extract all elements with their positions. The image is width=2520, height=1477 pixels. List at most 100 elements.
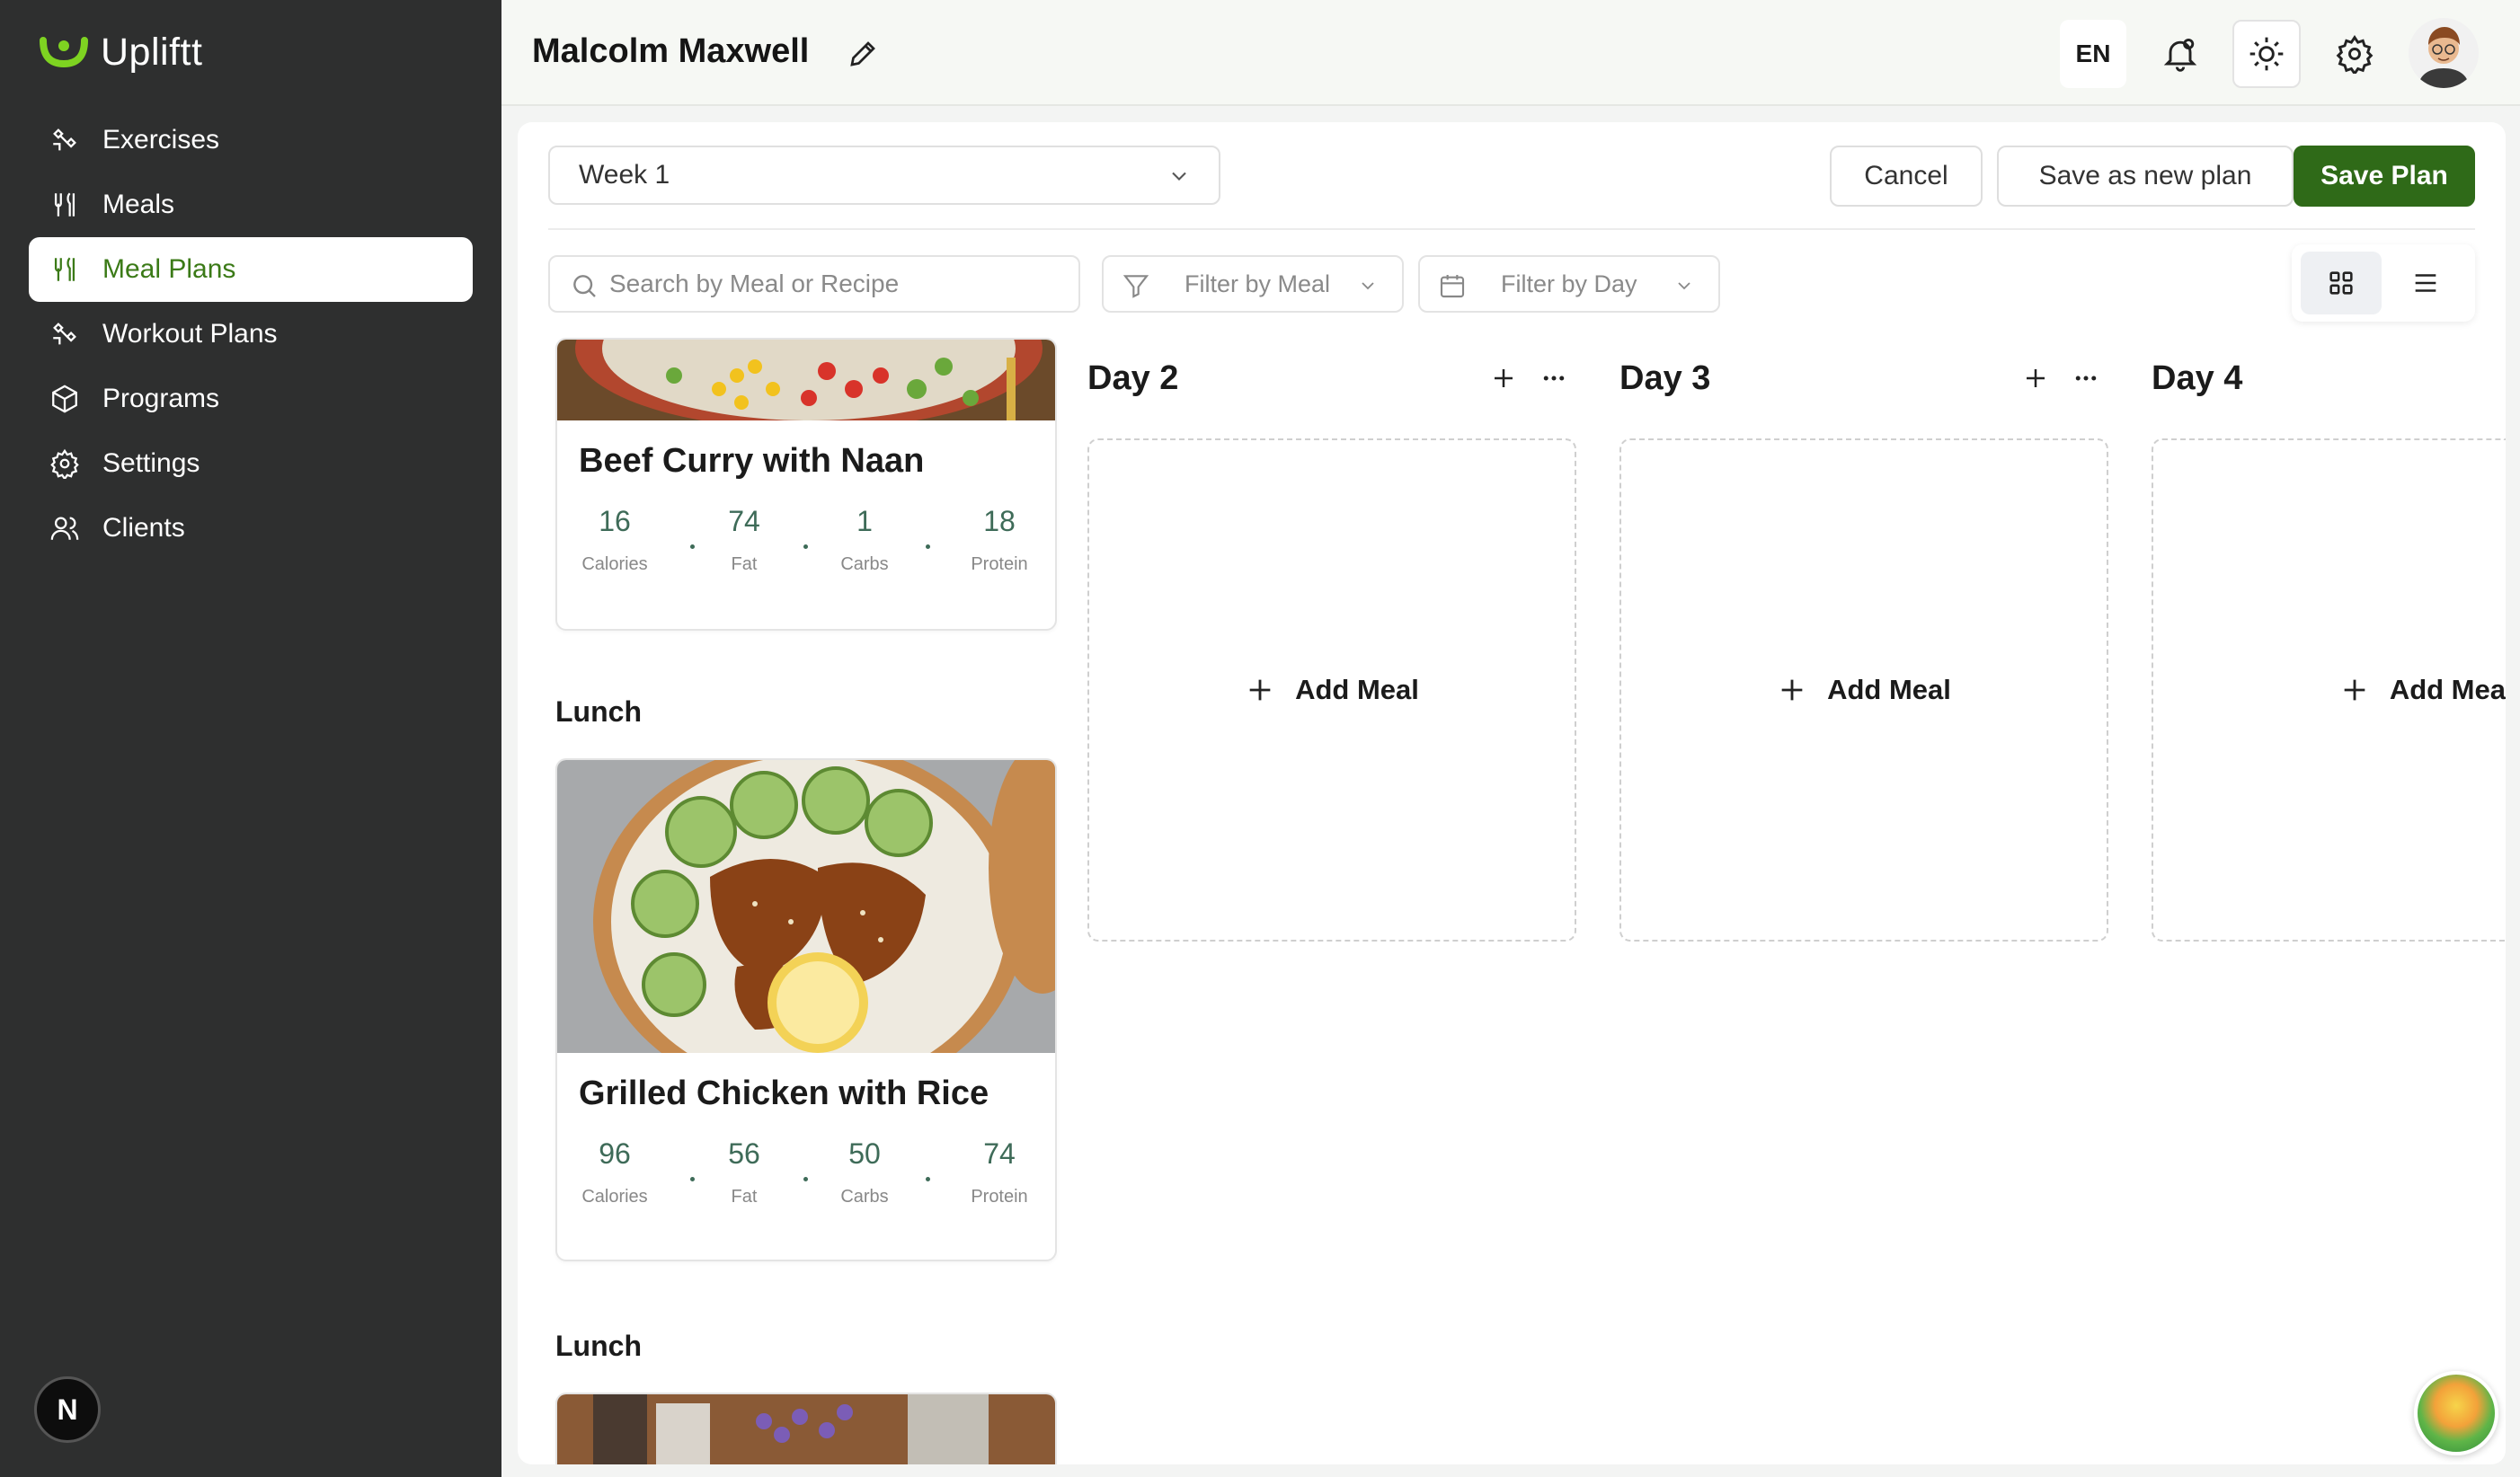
meal-image — [557, 760, 1055, 1053]
sidebar-item-workout-plans[interactable]: Workout Plans — [29, 302, 473, 367]
macro-separator — [803, 544, 808, 549]
meal-card[interactable]: Beef Curry with Naan 16 Calories 74 Fat … — [555, 338, 1057, 631]
add-meal-dropzone[interactable]: Add Meal — [1619, 438, 2108, 942]
day-title: Day 4 — [2152, 359, 2243, 397]
view-toggle — [2292, 244, 2475, 322]
meal-image — [557, 340, 1055, 420]
theme-toggle-button[interactable] — [2232, 20, 2301, 88]
app-name: Upliftt — [101, 31, 203, 74]
macro-separator — [803, 1177, 808, 1181]
plus-icon — [2344, 679, 2365, 701]
meal-name: Beef Curry with Naan — [579, 442, 925, 480]
app-logo[interactable]: Upliftt — [40, 31, 202, 75]
cancel-button[interactable]: Cancel — [1830, 146, 1983, 207]
macro-label: Fat — [731, 1187, 758, 1207]
sidebar-item-label: Exercises — [102, 125, 220, 155]
list-icon — [2415, 274, 2436, 292]
dev-badge[interactable]: N — [34, 1376, 101, 1443]
sidebar-item-settings[interactable]: Settings — [29, 431, 473, 496]
sidebar-item-label: Meals — [102, 190, 175, 219]
macro-protein: 74 Protein — [945, 1137, 1053, 1207]
logo-icon — [40, 36, 88, 67]
bell-icon — [2163, 38, 2197, 72]
assistant-avatar-button[interactable] — [2414, 1371, 2498, 1455]
top-bar: Malcolm Maxwell EN — [501, 0, 2520, 106]
macro-value: 56 — [728, 1137, 760, 1170]
chevron-down-icon — [1678, 282, 1690, 290]
sidebar-item-exercises[interactable]: Exercises — [29, 108, 473, 172]
list-view-button[interactable] — [2385, 252, 2466, 314]
meal-section-title: Lunch — [555, 695, 642, 728]
week-select[interactable]: Week 1 — [548, 146, 1220, 205]
plus-icon[interactable] — [2022, 365, 2049, 392]
sidebar-item-programs[interactable]: Programs — [29, 367, 473, 431]
macro-label: Carbs — [840, 554, 889, 574]
sidebar-item-label: Workout Plans — [102, 319, 278, 349]
sidebar-item-label: Meal Plans — [102, 254, 236, 284]
more-horizontal-icon[interactable] — [1539, 365, 1569, 392]
plus-icon[interactable] — [1490, 365, 1517, 392]
calendar-icon — [1440, 275, 1465, 298]
search-icon — [573, 275, 596, 297]
add-meal-dropzone[interactable]: Add Meal — [1087, 438, 1576, 942]
settings-button[interactable] — [2320, 20, 2389, 88]
save-plan-button[interactable]: Save Plan — [2294, 146, 2475, 207]
chevron-down-icon — [1362, 282, 1374, 290]
week-select-value: Week 1 — [579, 160, 670, 190]
macro-value: 96 — [599, 1137, 631, 1170]
search-input[interactable]: Search by Meal or Recipe — [548, 255, 1080, 313]
save-as-new-plan-button[interactable]: Save as new plan — [1997, 146, 2294, 207]
macro-carbs: 1 Carbs — [811, 505, 918, 575]
avatar[interactable] — [2409, 18, 2479, 88]
gear-icon — [2336, 35, 2374, 74]
meal-card[interactable] — [555, 1393, 1057, 1464]
notification-button[interactable] — [2146, 20, 2214, 88]
macro-label: Carbs — [840, 1187, 889, 1207]
macro-label: Protein — [971, 554, 1028, 574]
meal-section-title: Lunch — [555, 1330, 642, 1362]
meal-name: Grilled Chicken with Rice — [579, 1075, 989, 1112]
add-meal-label: Add Meal — [1295, 674, 1419, 705]
macro-separator — [926, 544, 930, 549]
users-icon — [49, 512, 81, 544]
add-meal-label: Add Mea — [2389, 674, 2506, 705]
macro-value: 50 — [848, 1137, 881, 1170]
meal-image — [557, 1394, 1055, 1464]
pencil-icon[interactable] — [847, 38, 879, 70]
macro-protein: 18 Protein — [945, 505, 1053, 575]
page-title: Malcolm Maxwell — [532, 32, 810, 70]
filter-by-meal-select[interactable]: Filter by Meal — [1102, 255, 1404, 313]
gear-icon — [49, 447, 81, 480]
day-title: Day 2 — [1087, 359, 1179, 397]
macro-label: Calories — [581, 1187, 648, 1207]
language-button[interactable]: EN — [2060, 20, 2126, 88]
user-avatar-icon — [2409, 18, 2479, 88]
sidebar-item-meals[interactable]: Meals — [29, 172, 473, 237]
meal-plan-editor: Week 1 Cancel Save as new plan Save Plan… — [518, 122, 2506, 1464]
filter-by-day-label: Filter by Day — [1501, 270, 1637, 297]
macro-value: 74 — [728, 505, 760, 537]
toolbar-divider — [548, 228, 2475, 230]
grid-view-button[interactable] — [2301, 252, 2382, 314]
plus-icon — [1781, 679, 1803, 701]
macro-calories: 16 Calories — [561, 505, 669, 575]
day-title: Day 3 — [1619, 359, 1711, 397]
cube-icon — [49, 383, 81, 415]
macro-value: 74 — [983, 1137, 1016, 1170]
plus-icon — [1249, 679, 1271, 701]
search-placeholder: Search by Meal or Recipe — [609, 270, 900, 297]
macro-fat: 56 Fat — [690, 1137, 798, 1207]
macro-value: 16 — [599, 505, 631, 537]
sidebar-item-meal-plans[interactable]: Meal Plans — [29, 237, 473, 302]
fork-knife-icon — [49, 189, 81, 221]
macro-label: Calories — [581, 554, 648, 574]
sidebar-item-clients[interactable]: Clients — [29, 496, 473, 561]
chevron-down-icon — [1172, 172, 1186, 181]
add-meal-dropzone[interactable]: Add Mea — [2152, 438, 2506, 942]
filter-by-day-select[interactable]: Filter by Day — [1418, 255, 1720, 313]
meal-card[interactable]: Grilled Chicken with Rice 96 Calories 56… — [555, 758, 1057, 1261]
macro-value: 18 — [983, 505, 1016, 537]
macro-carbs: 50 Carbs — [811, 1137, 918, 1207]
more-horizontal-icon[interactable] — [2071, 365, 2101, 392]
exercise-icon — [49, 318, 81, 350]
